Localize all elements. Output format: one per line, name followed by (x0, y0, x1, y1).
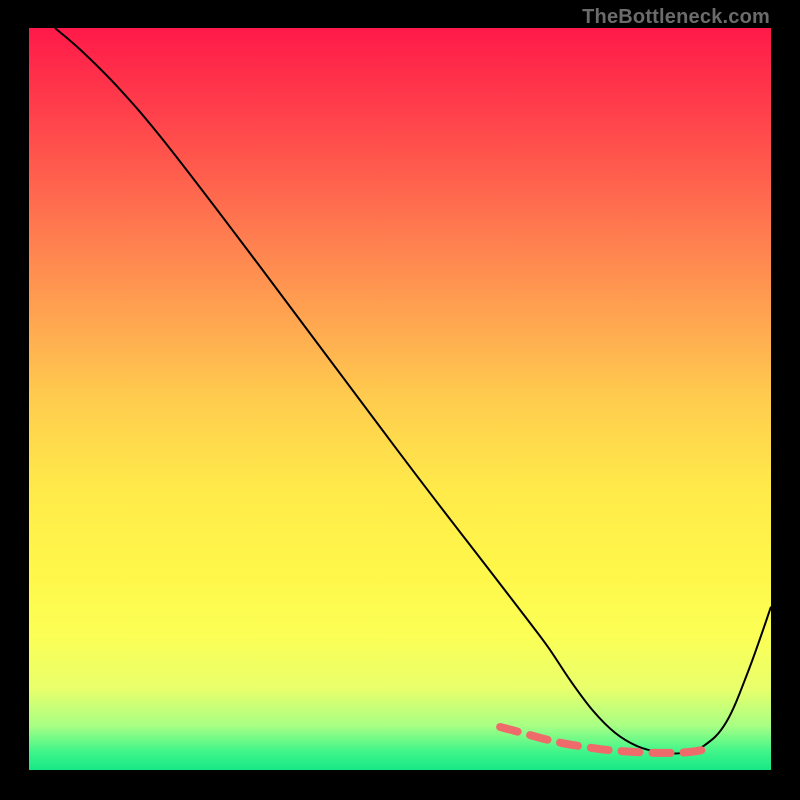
attribution-text: TheBottleneck.com (582, 6, 770, 29)
chart-svg (29, 28, 771, 770)
plot-area (29, 28, 771, 770)
highlight-dashes-path (500, 727, 711, 753)
chart-stage: TheBottleneck.com (0, 0, 800, 800)
curve-path (55, 28, 771, 754)
